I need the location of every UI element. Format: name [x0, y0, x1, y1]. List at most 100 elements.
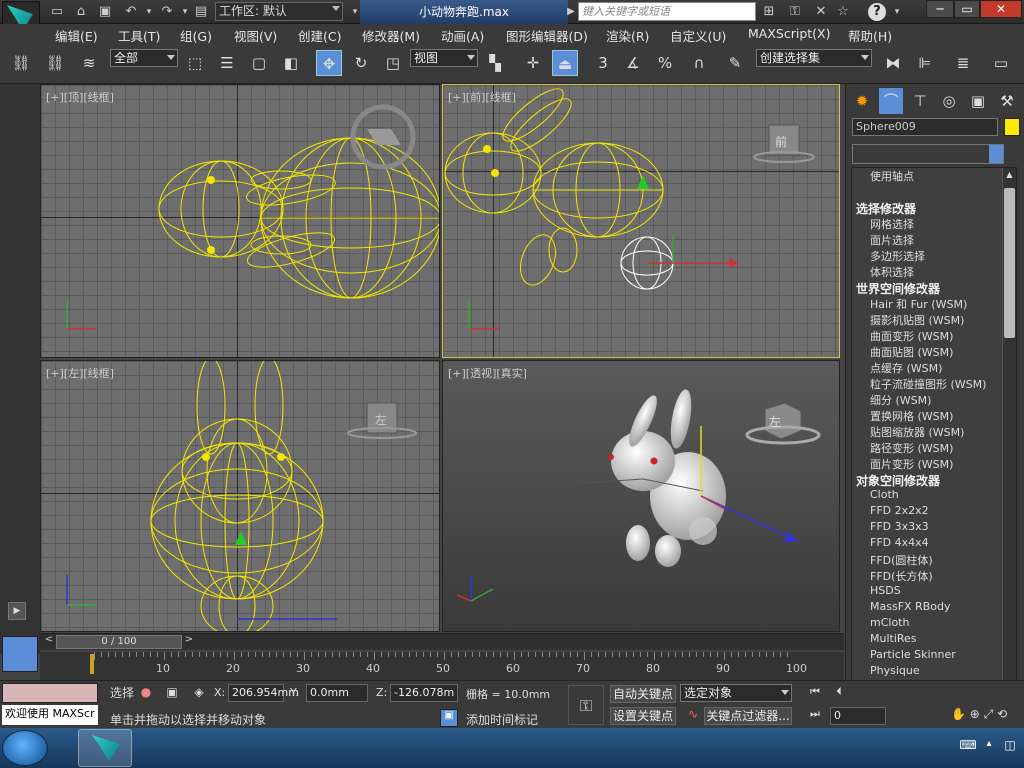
modifier-list-item[interactable]: FFD 2x2x2: [870, 504, 929, 517]
modifier-list-item[interactable]: Physique: [870, 664, 920, 677]
maxscript-listener-macro[interactable]: [2, 683, 98, 703]
modifier-list-item[interactable]: FFD(圆柱体): [870, 552, 933, 568]
set-key-icon[interactable]: ⚿: [568, 685, 604, 725]
y-coordinate-field[interactable]: 0.0mm: [306, 684, 368, 702]
graphite-toolbar-icon[interactable]: ▭: [988, 50, 1014, 76]
modifier-list-item[interactable]: 路径变形 (WSM): [870, 440, 953, 456]
modifier-list-item[interactable]: mCloth: [870, 616, 909, 629]
time-tag-icon[interactable]: ▣: [440, 709, 458, 727]
prev-frame-icon[interactable]: <: [42, 634, 56, 650]
modifier-list-item[interactable]: FFD 4x4x4: [870, 536, 929, 549]
play-expand-icon[interactable]: ▶: [8, 602, 26, 620]
modifier-list-item[interactable]: Cloth: [870, 488, 899, 501]
network-icon[interactable]: ◫: [1000, 738, 1020, 756]
close-button[interactable]: ✕: [980, 0, 1022, 18]
viewport-front[interactable]: 前 [+][前][线框]: [442, 84, 840, 358]
menu-animation[interactable]: 动画(A): [441, 26, 484, 45]
percent-snap-icon[interactable]: %: [652, 50, 678, 76]
viewport-perspective[interactable]: 左 [+][透视][真实]: [442, 360, 840, 632]
modifier-list-item[interactable]: MassFX RBody: [870, 600, 950, 613]
key-mode-icon[interactable]: ⏭: [806, 707, 824, 723]
menu-maxscript[interactable]: MAXScript(X): [748, 26, 830, 41]
modifier-list-item[interactable]: Particle Skinner: [870, 648, 956, 661]
modifier-list-item[interactable]: 点缓存 (WSM): [870, 360, 942, 376]
modifier-list-select[interactable]: [852, 144, 1004, 164]
modifier-list-item[interactable]: FFD(长方体): [870, 568, 933, 584]
add-time-tag-label[interactable]: 添加时间标记: [466, 711, 538, 728]
dropdown-scrollbar[interactable]: ▲ ▼: [1002, 168, 1016, 710]
menu-rendering[interactable]: 渲染(R): [606, 26, 649, 45]
modifier-list-item[interactable]: 体积选择: [870, 264, 914, 280]
modifier-list-item[interactable]: 面片选择: [870, 232, 914, 248]
open-file-icon[interactable]: ⌂: [72, 3, 90, 21]
menu-tools[interactable]: 工具(T): [118, 26, 160, 45]
modifier-list-item[interactable]: HSDS: [870, 584, 901, 597]
modifier-list-item[interactable]: 曲面变形 (WSM): [870, 328, 953, 344]
maximize-button[interactable]: ▭: [954, 0, 980, 18]
object-name-field[interactable]: Sphere009: [852, 118, 998, 136]
angle-snap-icon[interactable]: ∡: [620, 50, 646, 76]
minimize-button[interactable]: ─: [926, 0, 954, 18]
project-folder-icon[interactable]: ▤: [192, 3, 210, 21]
select-object-icon[interactable]: ⬚: [182, 50, 208, 76]
x-coordinate-field[interactable]: 206.954mm: [228, 684, 299, 702]
modifier-list-item[interactable]: 多边形选择: [870, 248, 925, 264]
modifier-list-item[interactable]: 粒子流碰撞图形 (WSM): [870, 376, 986, 392]
named-selection-sets-select[interactable]: 创建选择集: [756, 49, 872, 67]
scrollbar-thumb[interactable]: [1004, 188, 1015, 338]
modifier-list-item[interactable]: 摄影机贴图 (WSM): [870, 312, 964, 328]
auto-key-button[interactable]: 自动关键点: [610, 685, 676, 703]
unlink-icon[interactable]: ⛓: [42, 50, 68, 76]
scroll-up-icon[interactable]: ▲: [1004, 170, 1015, 182]
viewport-left[interactable]: 左 [+][左][线框]: [40, 360, 440, 632]
object-color-swatch[interactable]: [1004, 118, 1020, 136]
menu-graph-editors[interactable]: 图形编辑器(D): [506, 26, 588, 45]
modifier-list-item[interactable]: 网格选择: [870, 216, 914, 232]
subscription-key-icon[interactable]: ⚿: [786, 3, 804, 21]
chevron-down-icon[interactable]: [989, 145, 1003, 163]
help-dropdown-icon[interactable]: ▾: [888, 3, 906, 21]
menu-create[interactable]: 创建(C): [298, 26, 341, 45]
key-tangent-icon[interactable]: ∿: [684, 707, 702, 725]
viewcube-face-label[interactable]: 左: [769, 413, 781, 430]
viewcube-face-label[interactable]: 左: [375, 411, 387, 428]
menu-customize[interactable]: 自定义(U): [670, 26, 726, 45]
select-by-name-icon[interactable]: ☰: [214, 50, 240, 76]
binoculars-icon[interactable]: ⊞: [760, 3, 778, 21]
keyboard-icon[interactable]: ⌨: [958, 738, 978, 756]
bind-space-warp-icon[interactable]: ≋: [76, 50, 102, 76]
favorites-star-icon[interactable]: ☆: [834, 3, 852, 21]
communication-center-icon[interactable]: ✕: [812, 3, 830, 21]
undo-dropdown-icon[interactable]: ▾: [140, 3, 158, 21]
select-manipulate-icon[interactable]: ✛: [520, 50, 546, 76]
utilities-tab-icon[interactable]: ⚒: [995, 88, 1019, 114]
viewport-navigation-icons[interactable]: ✋ ⊕ ⤢ ⟲: [936, 707, 1022, 725]
display-tab-icon[interactable]: ▣: [966, 88, 990, 114]
keyboard-shortcut-override-icon[interactable]: ⏏: [552, 50, 578, 76]
next-frame-icon[interactable]: >: [182, 634, 196, 650]
mirror-icon[interactable]: ⧓: [880, 50, 906, 76]
create-tab-icon[interactable]: ✹: [850, 88, 874, 114]
current-frame-field[interactable]: 0: [830, 707, 886, 725]
menu-help[interactable]: 帮助(H): [848, 26, 892, 45]
viewport-top[interactable]: [+][顶][线框]: [40, 84, 440, 358]
windows-start-button[interactable]: [2, 730, 48, 766]
modifier-list-item[interactable]: 面片变形 (WSM): [870, 456, 953, 472]
undo-icon[interactable]: ↶: [122, 3, 140, 21]
viewport-layout-icon[interactable]: [2, 636, 38, 672]
window-crossing-icon[interactable]: ◧: [278, 50, 304, 76]
modifier-list-item[interactable]: 置换网格 (WSM): [870, 408, 953, 424]
align-icon[interactable]: ⊫: [912, 50, 938, 76]
set-key-button[interactable]: 设置关键点: [610, 707, 676, 725]
modifier-list-item[interactable]: MultiRes: [870, 632, 917, 645]
new-file-icon[interactable]: ▭: [48, 3, 66, 21]
select-rotate-icon[interactable]: ↻: [348, 50, 374, 76]
key-target-select[interactable]: 选定对象: [680, 684, 792, 702]
viewport-label[interactable]: [+][前][线框]: [448, 89, 516, 105]
rectangular-selection-icon[interactable]: ▢: [246, 50, 272, 76]
snaps-toggle-icon[interactable]: 3: [590, 50, 616, 76]
selection-filter-select[interactable]: 全部: [110, 49, 178, 67]
modifier-list-item[interactable]: 细分 (WSM): [870, 392, 931, 408]
modifier-list-item[interactable]: FFD 3x3x3: [870, 520, 929, 533]
modifier-list-dropdown[interactable]: 使用轴点 选择修改器 网格选择 面片选择 多边形选择 体积选择 世界空间修改器 Hair 和 …: [851, 167, 1017, 711]
